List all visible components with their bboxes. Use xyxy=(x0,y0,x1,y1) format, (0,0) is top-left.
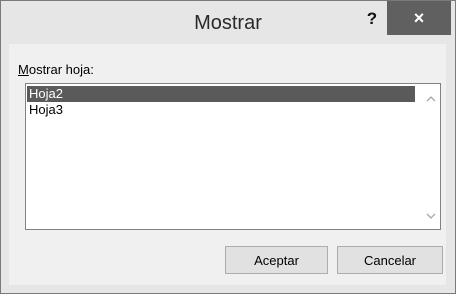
label-text: ostrar hoja: xyxy=(28,62,94,77)
chevron-up-icon[interactable] xyxy=(421,90,440,107)
accept-button[interactable]: Aceptar xyxy=(225,246,328,274)
title-bar: Mostrar ? × xyxy=(1,1,455,44)
list-item-hoja2[interactable]: Hoja2 xyxy=(27,86,415,102)
help-button[interactable]: ? xyxy=(358,5,386,35)
close-button[interactable]: × xyxy=(387,1,451,35)
show-sheet-label: Mostrar hoja: xyxy=(18,62,94,77)
vertical-scrollbar[interactable] xyxy=(421,84,440,229)
close-icon: × xyxy=(413,8,425,28)
cancel-button[interactable]: Cancelar xyxy=(337,246,443,274)
label-mnemonic: M xyxy=(18,62,29,77)
chevron-down-icon[interactable] xyxy=(421,208,440,225)
sheet-listbox[interactable]: Hoja2 Hoja3 xyxy=(25,83,441,230)
list-item-hoja3[interactable]: Hoja3 xyxy=(27,102,415,118)
